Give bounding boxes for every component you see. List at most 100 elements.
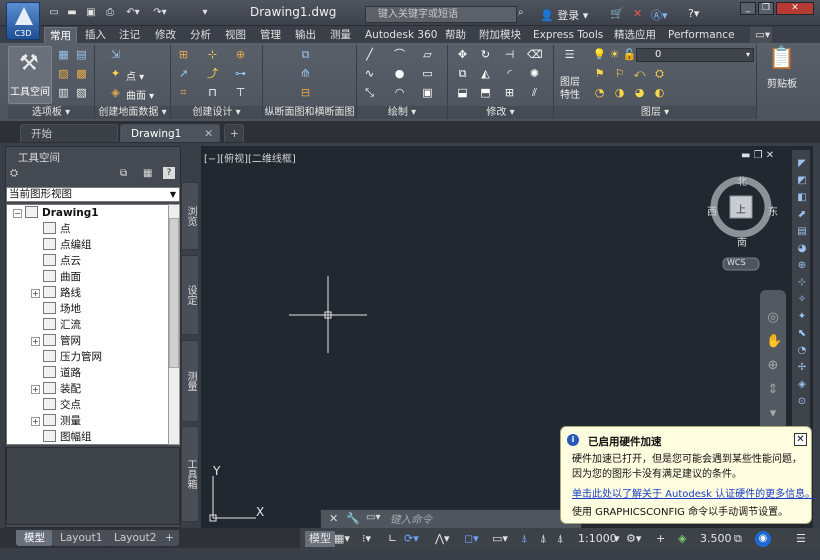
survey-palette-icon[interactable]: ▨	[56, 67, 71, 81]
tree-node[interactable]: 点编组	[7, 237, 174, 253]
polyline-icon[interactable]: ⌒	[392, 48, 407, 62]
points-menu[interactable]: 点 ▾	[126, 68, 144, 83]
new-file-icon[interactable]: ▭	[47, 6, 61, 19]
offset-icon[interactable]: ⫽	[527, 86, 542, 100]
spline-icon[interactable]: ∿	[362, 67, 377, 81]
mirror-icon[interactable]: ◭	[478, 67, 493, 81]
toolspace-help-icon[interactable]: ?	[163, 167, 175, 179]
alignment-icon[interactable]: ↗	[176, 67, 191, 81]
tab-help[interactable]: 帮助	[440, 27, 471, 43]
tree-node[interactable]: 道路	[7, 365, 174, 381]
expand-icon[interactable]: +	[31, 289, 40, 298]
elevation-icon[interactable]: ◈	[678, 531, 686, 547]
region-icon[interactable]: ▣	[420, 86, 435, 100]
tree-scroll-thumb[interactable]	[169, 218, 179, 368]
tab-view[interactable]: 视图	[220, 27, 251, 43]
points-icon[interactable]: ✦	[108, 67, 123, 81]
intersection-icon[interactable]: ⌗	[176, 86, 191, 100]
viewcube-north[interactable]: 北	[737, 173, 747, 188]
panel-title-create-design[interactable]: 创建设计 ▾	[171, 106, 262, 119]
layer-isolate-icon[interactable]: ⛭	[652, 67, 667, 81]
panel-title-draw[interactable]: 绘制 ▾	[357, 106, 447, 119]
properties-icon[interactable]: ▥	[56, 86, 71, 100]
fillet-icon[interactable]: ◜	[502, 67, 517, 81]
tab-featured-apps[interactable]: 精选应用	[609, 27, 661, 43]
print-icon[interactable]: ⎙	[103, 6, 117, 19]
new-tab-button[interactable]: +	[224, 124, 244, 142]
help-icon[interactable]: ?▾	[688, 7, 699, 20]
viewcube-south[interactable]: 南	[737, 234, 747, 249]
a360-icon[interactable]: Ⓐ▾	[651, 7, 668, 23]
stretch-icon[interactable]: ⬓	[455, 86, 470, 100]
grading-icon[interactable]: ⊕	[233, 48, 248, 62]
erase-icon[interactable]: ⌫	[527, 48, 543, 62]
array-icon[interactable]: ⊞	[502, 86, 517, 100]
toolspace-tree-icon[interactable]: ⧉	[120, 168, 127, 179]
lineweight-icon[interactable]: ▭▾	[492, 531, 508, 547]
wcs-label[interactable]: WCS	[727, 258, 746, 267]
layer-off-icon[interactable]: ◔	[592, 86, 607, 100]
tree-node[interactable]: 压力管网	[7, 349, 174, 365]
pipe-network-icon[interactable]: ⊓	[205, 86, 220, 100]
tree-node[interactable]: 交点	[7, 397, 174, 413]
layer-thaw-icon[interactable]: ◑	[612, 86, 627, 100]
sign-in-button[interactable]: 👤 登录 ▾	[540, 7, 588, 23]
notification-link[interactable]: 单击此处以了解关于 Autodesk 认证硬件的更多信息。	[572, 485, 815, 500]
elevation-value[interactable]: 3.500	[700, 531, 732, 547]
application-menu-button[interactable]: C3D	[6, 2, 40, 40]
tab-survey[interactable]: 测量	[325, 27, 356, 43]
command-close-icon[interactable]: ✕	[329, 512, 338, 525]
profile-icon[interactable]: ⤴	[205, 67, 220, 81]
add-layout-button[interactable]: +	[160, 530, 179, 546]
side-tab-settings[interactable]: 设定	[181, 255, 199, 335]
tab-insert[interactable]: 插入	[80, 27, 111, 43]
tree-node[interactable]: 曲面	[7, 269, 174, 285]
line-icon[interactable]: ╱	[362, 48, 377, 62]
command-prompt-icon[interactable]: ▭▾	[366, 512, 380, 523]
isodraft-icon[interactable]: ⋀▾	[435, 531, 450, 547]
tree-node[interactable]: 汇流	[7, 317, 174, 333]
notification-close-button[interactable]: ✕	[794, 433, 807, 446]
circle-icon[interactable]: ●	[392, 67, 407, 81]
expand-icon[interactable]: +	[31, 417, 40, 426]
expand-icon[interactable]: +	[31, 385, 40, 394]
command-input[interactable]: 键入命令	[390, 512, 432, 527]
tree-node[interactable]: + 管网	[7, 333, 174, 349]
panel-title-profile-section[interactable]: 纵断面图和横断面图	[263, 106, 356, 119]
redo-icon[interactable]: ↷▾	[149, 6, 171, 19]
layer-freeze-icon[interactable]: ☀	[607, 48, 622, 62]
layout-tab-layout2[interactable]: Layout2	[106, 530, 165, 546]
panel-title-layers[interactable]: 图层 ▾	[554, 106, 756, 119]
toolspace-view-select[interactable]: 当前图形视图 ▼	[6, 187, 180, 202]
copy-icon[interactable]: ⧉	[455, 67, 470, 81]
tab-output[interactable]: 输出	[290, 27, 321, 43]
layout-tab-model[interactable]: 模型	[16, 530, 53, 546]
tab-annotate[interactable]: 注记	[114, 27, 145, 43]
tree-node[interactable]: − Drawing1	[7, 205, 174, 221]
close-window-button[interactable]: ✕	[776, 2, 814, 15]
import-survey-icon[interactable]: ⇲	[108, 48, 123, 62]
plus-icon[interactable]: +	[656, 531, 665, 547]
snap-icon[interactable]: ⁝▾	[362, 531, 371, 547]
hardware-acceleration-icon[interactable]: ◉	[755, 531, 771, 547]
side-tab-prospector[interactable]: 浏览	[181, 182, 199, 250]
undo-icon[interactable]: ↶▾	[122, 6, 144, 19]
move-icon[interactable]: ✥	[455, 48, 470, 62]
feature-line-icon[interactable]: ⊹	[205, 48, 220, 62]
viewcube-west[interactable]: 西	[707, 203, 717, 218]
binoculars-icon[interactable]: ⌕	[518, 7, 524, 18]
section-views-icon[interactable]: ⊟	[298, 86, 313, 100]
isolate-objects-icon[interactable]: ⧉	[734, 531, 742, 547]
autodesk-exchange-icon[interactable]: ✕	[633, 7, 642, 20]
search-input[interactable]: 键入关键字或短语	[365, 6, 517, 23]
scale-icon[interactable]: ⬒	[478, 86, 493, 100]
layer-lock-icon[interactable]: 🔓	[622, 48, 637, 62]
polyline-3d-icon[interactable]: ⤡	[362, 86, 377, 100]
layer-unlock-icon[interactable]: ◕	[632, 86, 647, 100]
profile-view-icon[interactable]: ⧉	[298, 48, 313, 62]
tab-express-tools[interactable]: Express Tools	[528, 27, 608, 43]
arc-icon[interactable]: ◠	[392, 86, 407, 100]
hatch-icon[interactable]: ▱	[420, 48, 435, 62]
tab-modify[interactable]: 修改	[150, 27, 181, 43]
auto-scale-icon[interactable]: ⍋	[540, 531, 547, 547]
